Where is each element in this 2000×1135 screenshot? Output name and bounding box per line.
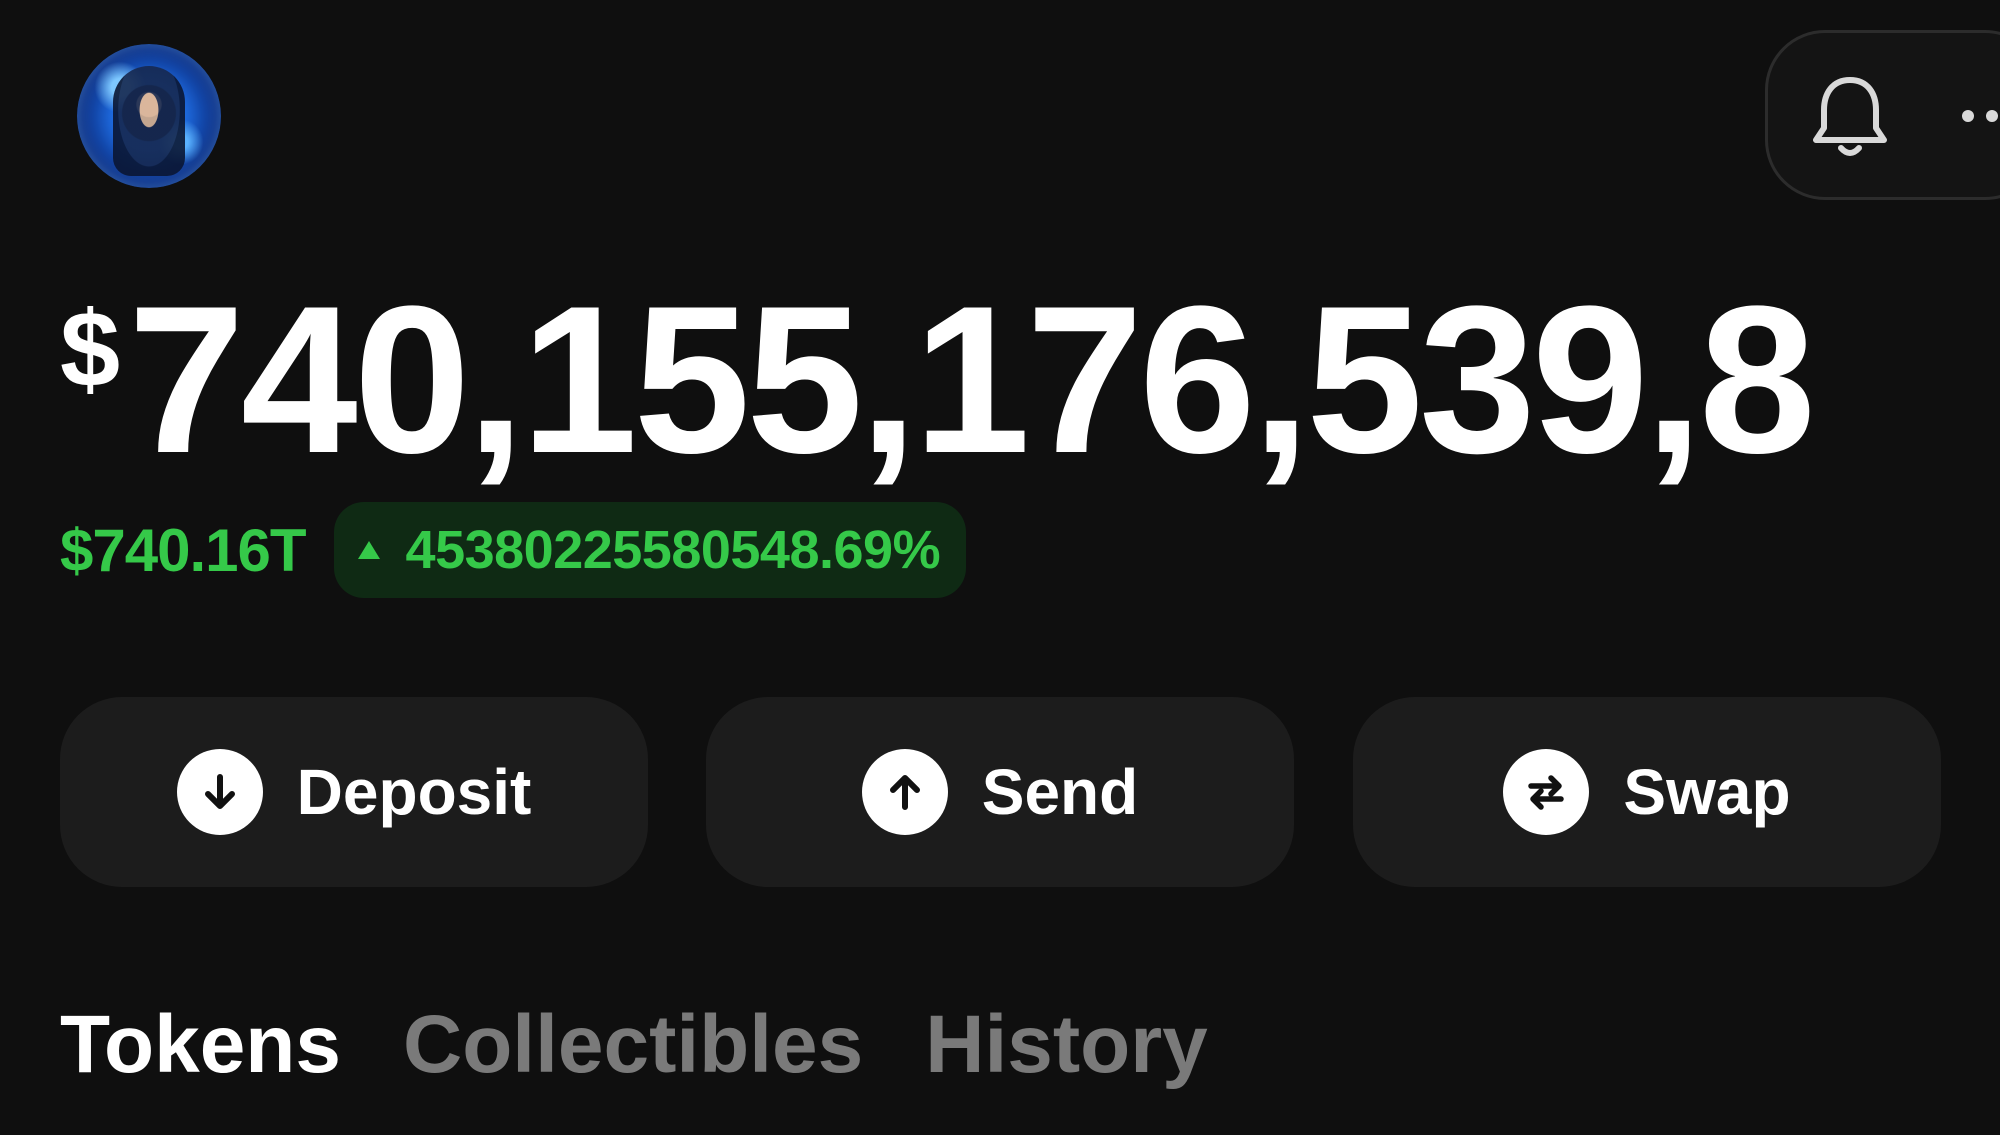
avatar-figure xyxy=(113,66,185,176)
swap-button[interactable]: Swap xyxy=(1353,697,1941,887)
deposit-label: Deposit xyxy=(296,756,532,828)
tab-tokens[interactable]: Tokens xyxy=(60,1004,341,1086)
total-balance: $740,155,176,539,8 xyxy=(60,275,1945,505)
tab-collectibles[interactable]: Collectibles xyxy=(403,1004,863,1086)
asset-tabs: Tokens Collectibles History xyxy=(60,990,1270,1100)
arrow-up-icon xyxy=(861,749,948,835)
balance-amount: 740,155,176,539,8 xyxy=(128,275,1816,497)
more-horizontal-icon[interactable] xyxy=(1960,104,2000,128)
deposit-button[interactable]: Deposit xyxy=(60,697,648,887)
send-label: Send xyxy=(981,756,1139,828)
wallet-home-screen: $740,155,176,539,8 $740.16T 453802255805… xyxy=(0,0,2000,1135)
swap-label: Swap xyxy=(1623,756,1791,828)
swap-arrows-icon xyxy=(1503,749,1590,835)
action-buttons: Deposit Send Swap xyxy=(60,697,1941,887)
send-button[interactable]: Send xyxy=(706,697,1294,887)
balance-change-value: $740.16T xyxy=(60,516,307,584)
avatar[interactable] xyxy=(77,44,221,188)
arrow-down-icon xyxy=(176,749,263,835)
balance-change-row: $740.16T 45380225580548.69% xyxy=(60,502,967,598)
triangle-up-icon xyxy=(357,541,380,559)
balance-change-badge: 45380225580548.69% xyxy=(333,502,967,598)
balance-currency-symbol: $ xyxy=(60,288,121,409)
tab-history[interactable]: History xyxy=(925,1004,1208,1086)
balance-change-percent: 45380225580548.69% xyxy=(405,520,941,580)
bell-icon[interactable] xyxy=(1808,72,1892,162)
